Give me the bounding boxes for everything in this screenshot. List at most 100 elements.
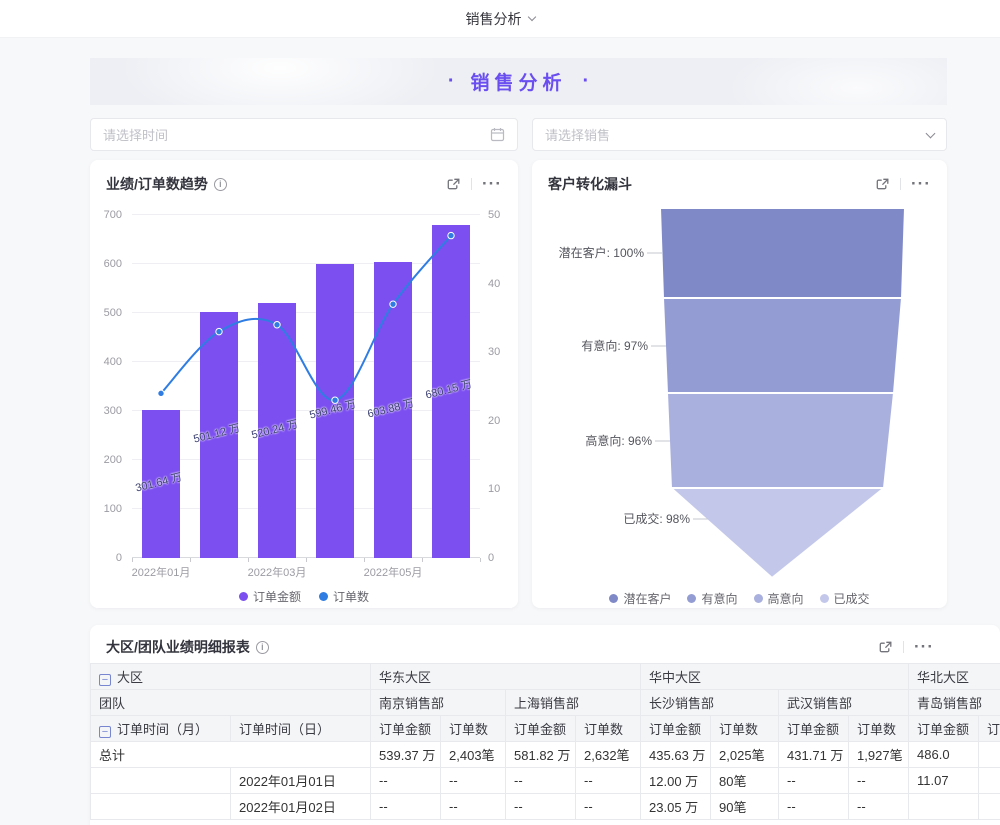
cell-value: 2,025笔 [719,748,765,763]
table-cell [909,794,979,820]
legend-item-order-count[interactable]: 订单数 [319,588,369,605]
legend-dot [687,594,696,603]
table-card: 大区/团队业绩明细报表 ··· −大区华东大区 华中大区 华北大区团队 南京销售部 上海… [90,625,1000,825]
more-icon[interactable]: ··· [911,180,931,188]
table-cell: 23.05 万 [641,794,711,820]
card-title-text: 客户转化漏斗 [548,174,632,194]
legend-item[interactable]: 高意向 [754,590,804,607]
header-cell: 团队 [91,690,371,716]
card-title-text: 大区/团队业绩明细报表 [106,637,250,657]
card-title: 大区/团队业绩明细报表 [106,637,269,657]
header-cell-label: 订单金额 [917,722,969,737]
legend-dot [754,594,763,603]
y-tick-label: 100 [104,503,122,515]
chevron-down-icon [527,13,535,21]
divider [903,641,904,653]
export-icon[interactable] [878,640,893,655]
x-axis-tick [132,558,133,562]
header-cell: 订单数 [441,716,506,742]
y-tick-label: 10 [488,483,500,495]
legend-label: 已成交 [834,590,870,607]
table-cell: 总计 [91,742,371,768]
more-icon[interactable]: ··· [914,643,934,651]
header-cell: 订单金额 [506,716,576,742]
header-cell-label: 华北大区 [917,670,969,685]
y-tick-label: 700 [104,209,122,221]
y-tick-label: 300 [104,405,122,417]
header-cell-label: 订单数 [857,722,896,737]
x-tick-label: 2022年03月 [248,564,307,580]
header-cell: −大区 [91,664,371,690]
legend-item-order-amount[interactable]: 订单金额 [239,588,301,605]
trend-left-axis: 0100200300400500600700 [90,215,126,558]
cell-value: 2,403笔 [449,748,495,763]
x-axis-tick [422,558,423,562]
legend-item[interactable]: 有意向 [687,590,737,607]
legend-item[interactable]: 潜在客户 [609,590,671,607]
cell-value: 486.0 [917,747,950,762]
collapse-icon[interactable]: − [99,726,111,738]
legend-label: 订单金额 [253,588,301,605]
sales-filter-select[interactable]: 请选择销售 [532,118,947,151]
cell-value: 431.71 万 [787,748,843,763]
cell-value: -- [584,799,593,814]
calendar-icon [490,127,505,142]
table-cell: 80笔 [711,768,779,794]
legend-label: 订单数 [333,588,369,605]
table-row: 2022年01月02日--------23.05 万90笔---- [91,794,1000,820]
table-header-row: −大区华东大区 华中大区 华北大区 [91,664,1000,690]
y-tick-label: 500 [104,307,122,319]
legend-dot [820,594,829,603]
table-cell: 2,403笔 [441,742,506,768]
x-axis-tick [306,558,307,562]
sales-filter-placeholder: 请选择销售 [545,125,610,144]
table-cell: -- [779,768,849,794]
cell-value: 90笔 [719,800,746,815]
cell-value: -- [787,773,796,788]
cell-value: 23.05 万 [649,800,698,815]
y-tick-label: 30 [488,346,500,358]
export-icon[interactable] [875,177,890,192]
y-tick-label: 40 [488,278,500,290]
y-tick-label: 200 [104,454,122,466]
header-cell-label: 团队 [99,696,125,711]
legend-dot [239,592,248,601]
trend-chart-card: 业绩/订单数趋势 ··· 0100200300400500600700 301.… [90,160,518,608]
collapse-icon[interactable]: − [99,674,111,686]
decorative-dot: · [448,70,455,93]
header-cell: 华中大区 [641,664,909,690]
divider [900,178,901,190]
dashboard-title: · 销售分析 · [90,58,947,105]
table-cell: 2,025笔 [711,742,779,768]
table-cell: 2,632笔 [576,742,641,768]
time-filter-input[interactable]: 请选择时间 [90,118,518,151]
table-row: 2022年01月01日--------12.00 万80笔----11.07 [91,768,1000,794]
card-header: 大区/团队业绩明细报表 ··· [90,625,1000,657]
cell-value: -- [857,799,866,814]
header-cell: 上海销售部 [506,690,641,716]
header-cell-label: 华东大区 [379,670,431,685]
header-cell: 订单金额 [909,716,979,742]
header-cell: 订单数 [711,716,779,742]
card-header: 业绩/订单数趋势 ··· [90,160,518,194]
table-header-row: 团队南京销售部上海销售部长沙销售部武汉销售部青岛销售部 [91,690,1000,716]
cell-value: -- [787,799,796,814]
card-icons: ··· [446,177,502,192]
more-icon[interactable]: ··· [482,180,502,188]
header-cell: 订单时间（日） [231,716,371,742]
header-cell-label: 华中大区 [649,670,701,685]
cell-value: 2,632笔 [584,748,630,763]
page-switcher[interactable]: 销售分析 [466,9,535,29]
table-cell: 2022年01月01日 [231,768,371,794]
legend-item[interactable]: 已成交 [820,590,870,607]
header-cell-label: 订单数 [584,722,623,737]
header-cell: 订单金额 [371,716,441,742]
table-cell [91,794,231,820]
table-cell [979,794,1000,820]
info-icon [214,178,227,191]
cell-value: 1,927笔 [857,748,903,763]
header-cell-label: 南京销售部 [379,696,444,711]
export-icon[interactable] [446,177,461,192]
header-cell-label: 订单时间（月） [117,722,208,737]
x-axis-tick [480,558,481,562]
